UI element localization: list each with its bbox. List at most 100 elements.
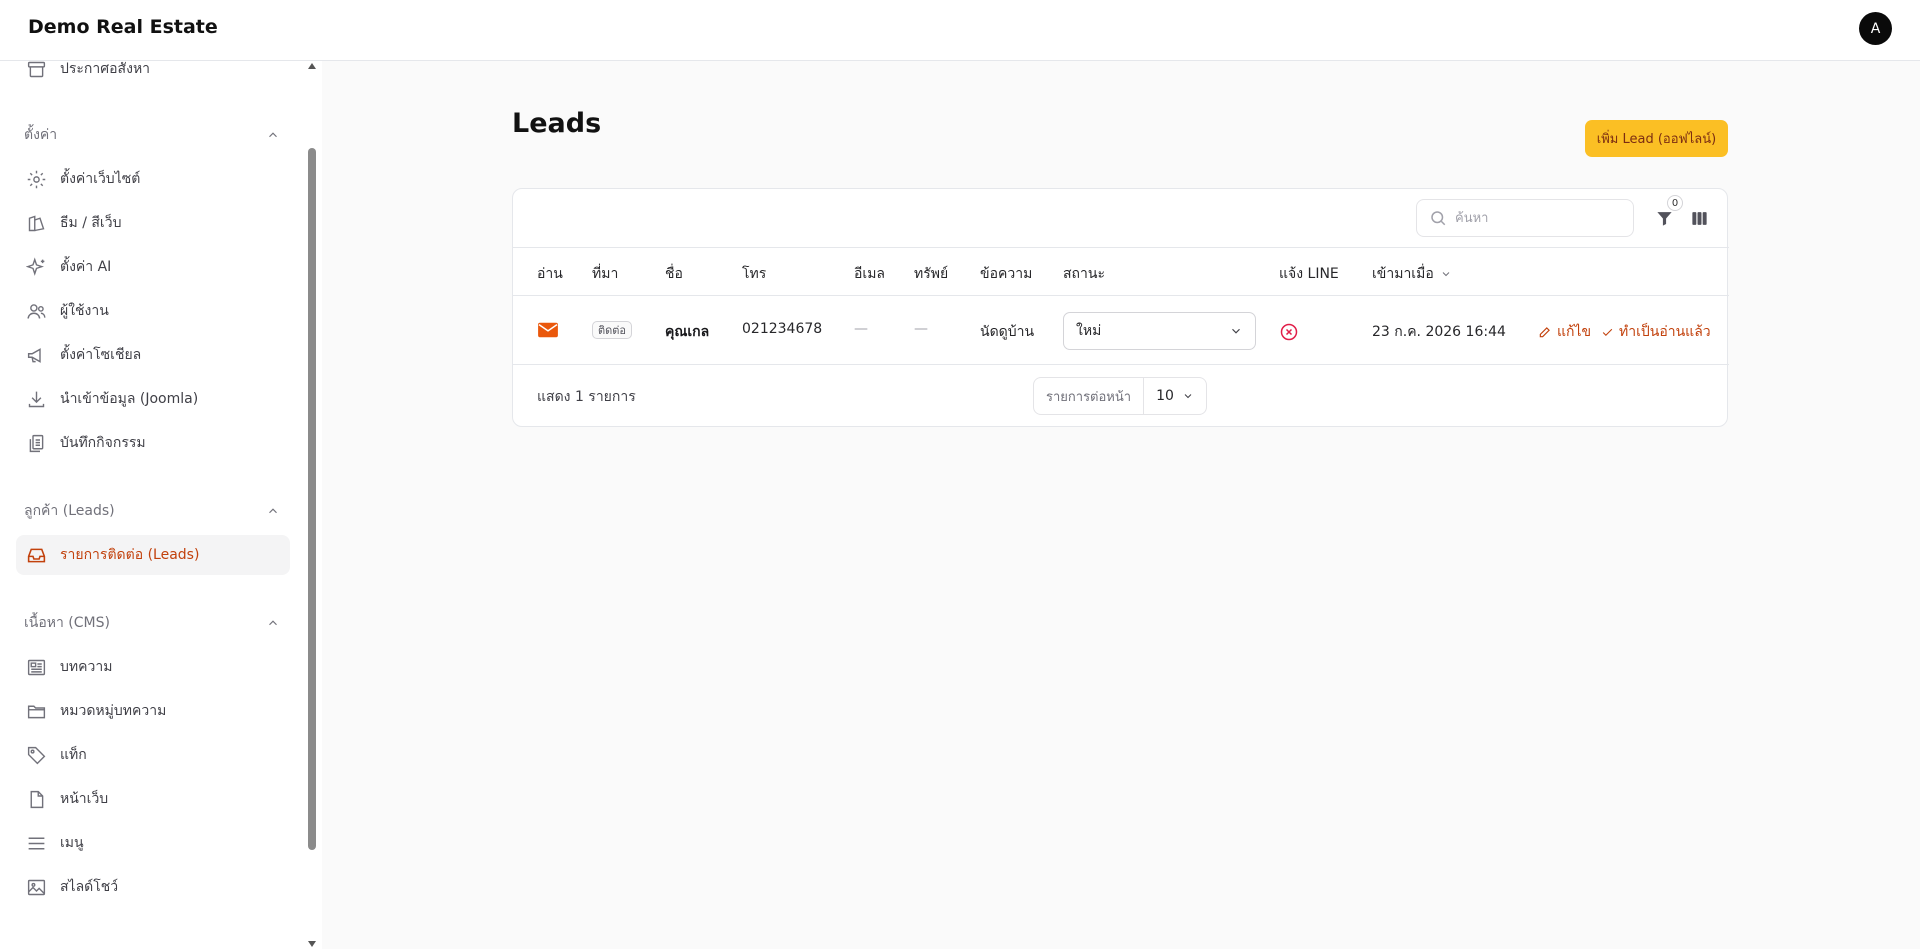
sidebar-item-site-settings[interactable]: ตั้งค่าเว็บไซต์ [16, 159, 290, 199]
sidebar-item-articles[interactable]: บทความ [16, 647, 290, 687]
column-header-name[interactable]: ชื่อ [665, 263, 683, 285]
columns-icon [1691, 211, 1707, 225]
sidebar-item-label: นำเข้าข้อมูล (Joomla) [60, 391, 199, 407]
column-header-status[interactable]: สถานะ [1063, 263, 1105, 285]
column-header-email[interactable]: อีเมล [854, 263, 885, 285]
tag-icon [24, 743, 48, 767]
download-icon [24, 387, 48, 411]
sidebar-item-article-categories[interactable]: หมวดหมู่บทความ [16, 691, 290, 731]
sidebar-group-label: เนื้อหา (CMS) [24, 615, 110, 631]
sidebar-item-label: สไลด์โชว์ [60, 879, 119, 895]
sidebar-item-social[interactable]: ตั้งค่าโซเชียล [16, 335, 290, 375]
lead-phone: 021234678 [742, 321, 823, 337]
inbox-icon [24, 543, 48, 567]
newspaper-icon [24, 655, 48, 679]
check-icon [1602, 328, 1613, 336]
gear-icon [24, 167, 48, 191]
sidebar-item-label: เมนู [60, 835, 84, 851]
users-icon [24, 299, 48, 323]
column-header-line-notify[interactable]: แจ้ง LINE [1279, 263, 1339, 285]
user-avatar[interactable]: A [1859, 12, 1892, 45]
sidebar-item-users[interactable]: ผู้ใช้งาน [16, 291, 290, 331]
scroll-down-arrow-icon[interactable] [308, 941, 316, 947]
folder-icon [24, 699, 48, 723]
per-page-select[interactable]: 10 [1144, 378, 1206, 414]
sidebar-item-label: หมวดหมู่บทความ [60, 703, 167, 719]
top-bar: Demo Real Estate A [0, 0, 1920, 61]
edit-icon [1539, 327, 1550, 338]
mark-as-read-label: ทำเป็นอ่านแล้ว [1619, 324, 1711, 340]
sidebar-group-leads[interactable]: ลูกค้า (Leads) [24, 499, 280, 523]
sidebar-item-label: รายการติดต่อ (Leads) [60, 547, 200, 563]
sidebar-item-import[interactable]: นำเข้าข้อมูล (Joomla) [16, 379, 290, 419]
clipboard-icon [24, 431, 48, 455]
archive-icon [24, 61, 48, 81]
sidebar: ประกาศอสังหา ตั้งค่า ตั้งค่าเว็บไซต์ ธีม… [0, 61, 322, 949]
sidebar-item-activity-log[interactable]: บันทึกกิจกรรม [16, 423, 290, 463]
lead-property: — [914, 321, 928, 337]
status-select-value: ใหม่ [1076, 323, 1102, 339]
leads-table-card: 0 อ่าน ที่มา ชื่อ โทร อีเมล ทรัพย์ ข้อคว… [512, 188, 1729, 427]
sidebar-item-listings[interactable]: ประกาศอสังหา [16, 61, 290, 89]
chevron-up-icon [269, 620, 277, 626]
sidebar-item-tags[interactable]: แท็ก [16, 735, 290, 775]
edit-lead-link[interactable]: แก้ไข [1538, 321, 1591, 343]
sidebar-item-leads[interactable]: รายการติดต่อ (Leads) [16, 535, 290, 575]
sidebar-group-label: ลูกค้า (Leads) [24, 503, 115, 519]
table-row[interactable]: ติดต่อ คุณเกล 021234678 — — นัดดูบ้าน ให… [513, 296, 1729, 365]
sidebar-item-label: ผู้ใช้งาน [60, 303, 109, 319]
page-title: Leads [512, 108, 602, 139]
sidebar-item-label: หน้าเว็บ [60, 791, 109, 807]
per-page-value: 10 [1156, 388, 1174, 404]
column-header-property[interactable]: ทรัพย์ [914, 263, 948, 285]
sidebar-item-ai-settings[interactable]: ตั้งค่า AI [16, 247, 290, 287]
sidebar-item-label: บันทึกกิจกรรม [60, 435, 146, 451]
brand-title[interactable]: Demo Real Estate [28, 16, 218, 38]
column-header-created-label: เข้ามาเมื่อ [1372, 266, 1434, 282]
megaphone-icon [24, 343, 48, 367]
chevron-up-icon [269, 132, 277, 138]
per-page-label: รายการต่อหน้า [1034, 378, 1145, 414]
add-offline-lead-button[interactable]: เพิ่ม Lead (ออฟไลน์) [1585, 120, 1728, 157]
lead-created-at: 23 ก.ค. 2026 16:44 [1372, 324, 1506, 340]
search-input[interactable] [1455, 210, 1625, 226]
lead-message: นัดดูบ้าน [980, 324, 1035, 340]
mark-as-read-link[interactable]: ทำเป็นอ่านแล้ว [1601, 321, 1711, 343]
sidebar-item-label: ตั้งค่าโซเชียล [60, 347, 142, 363]
column-header-phone[interactable]: โทร [742, 263, 766, 285]
scroll-thumb[interactable] [308, 148, 316, 850]
lead-email: — [854, 321, 868, 337]
sidebar-item-theme[interactable]: ธีม / สีเว็บ [16, 203, 290, 243]
table-header: อ่าน ที่มา ชื่อ โทร อีเมล ทรัพย์ ข้อความ… [513, 247, 1729, 296]
sidebar-item-label: ตั้งค่า AI [60, 259, 112, 275]
status-select[interactable]: ใหม่ [1063, 312, 1256, 350]
showing-count: แสดง 1 รายการ [537, 389, 636, 405]
sidebar-group-settings[interactable]: ตั้งค่า [24, 123, 280, 147]
column-header-created[interactable]: เข้ามาเมื่อ [1372, 263, 1452, 285]
file-icon [24, 787, 48, 811]
palette-icon [24, 211, 48, 235]
per-page-control[interactable]: รายการต่อหน้า 10 [1033, 377, 1207, 415]
lead-name: คุณเกล [665, 324, 710, 340]
search-box[interactable] [1416, 199, 1634, 237]
column-header-read[interactable]: อ่าน [537, 263, 563, 285]
sort-chevron-down-icon[interactable] [1440, 268, 1452, 280]
sidebar-scrollbar[interactable] [306, 61, 318, 949]
filter-count-badge: 0 [1667, 195, 1683, 211]
sidebar-item-pages[interactable]: หน้าเว็บ [16, 779, 290, 819]
unread-mail-icon[interactable] [537, 321, 559, 339]
scroll-up-arrow-icon[interactable] [308, 63, 316, 69]
sidebar-item-label: ตั้งค่าเว็บไซต์ [60, 171, 141, 187]
sidebar-item-label: ประกาศอสังหา [60, 61, 151, 77]
source-badge: ติดต่อ [592, 321, 633, 339]
sidebar-group-label: ตั้งค่า [24, 127, 58, 143]
menu-icon [24, 831, 48, 855]
column-header-source[interactable]: ที่มา [592, 263, 618, 285]
column-toggle-button[interactable] [1687, 205, 1711, 231]
sidebar-item-menus[interactable]: เมนู [16, 823, 290, 863]
edit-lead-label: แก้ไข [1557, 324, 1592, 340]
sidebar-group-cms[interactable]: เนื้อหา (CMS) [24, 611, 280, 635]
column-header-message[interactable]: ข้อความ [980, 263, 1032, 285]
chevron-down-icon [1184, 394, 1192, 399]
sidebar-item-slideshow[interactable]: สไลด์โชว์ [16, 867, 290, 907]
